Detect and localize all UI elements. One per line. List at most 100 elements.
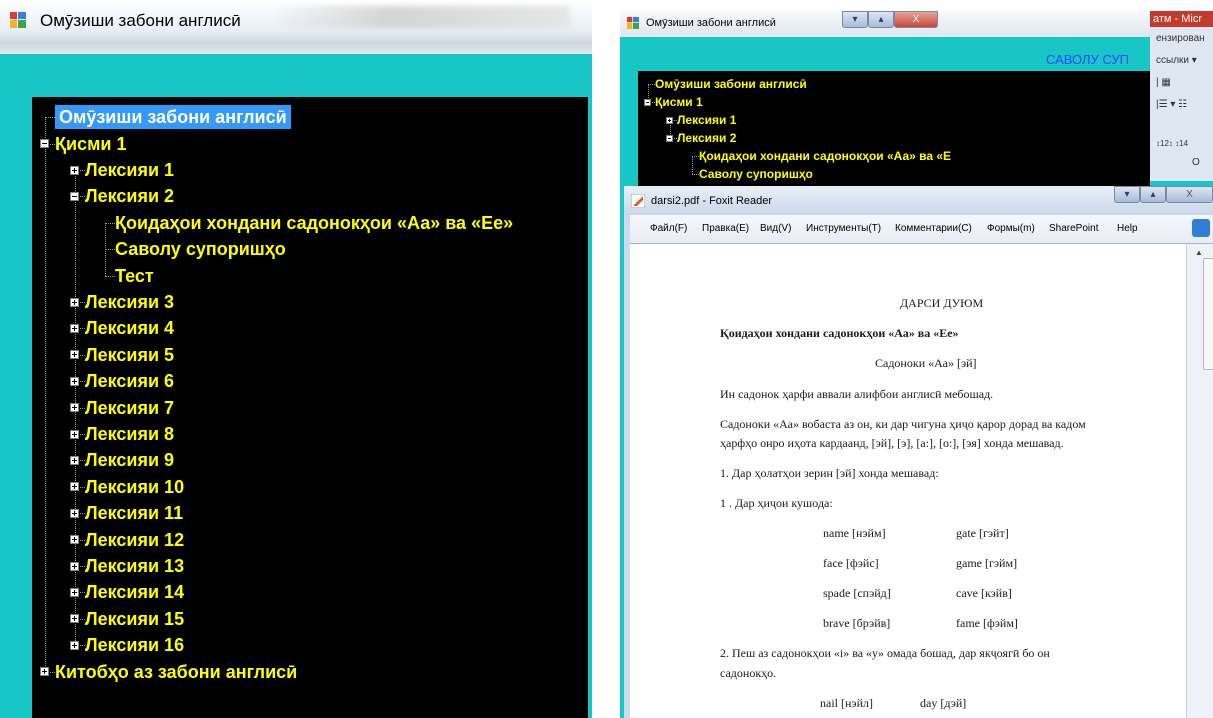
doc-word: face [фэйс] [823, 556, 879, 570]
collapse-icon[interactable] [644, 98, 651, 106]
foxit-close-button[interactable]: X [1166, 186, 1213, 203]
maximize-button[interactable]: ▴ [868, 11, 894, 28]
expand-icon[interactable] [70, 323, 79, 333]
menu-comments[interactable]: Комментарии(C) [895, 223, 972, 234]
toolbar-expand-icon[interactable] [1192, 219, 1210, 237]
expand-icon[interactable] [70, 403, 79, 413]
menu-file[interactable]: Файл(F) [650, 223, 687, 234]
expand-icon[interactable] [70, 614, 79, 624]
minimize-button[interactable]: ▾ [842, 11, 868, 28]
tree-node-label[interactable]: Китобҳо аз забони англисӣ [55, 660, 297, 684]
tree-node-label[interactable]: Қисми 1 [55, 132, 126, 156]
right-tree-view[interactable]: Омӯзиши забони англисӣ Қисми 1 Лексияи 1 Ле… [638, 71, 1150, 188]
tree-node-label[interactable]: Лексияи 6 [85, 369, 174, 393]
doc-word: fame [фэйм] [956, 616, 1018, 630]
tree-node-label[interactable]: Лексияи 7 [85, 396, 174, 420]
tree-connector-line [691, 156, 699, 157]
scrollbar-thumb[interactable] [1203, 258, 1213, 370]
left-tree-view[interactable]: Омӯзиши забони англисӣ Қисми 1 Лексияи 1 Ле… [32, 97, 588, 718]
expand-icon[interactable] [70, 350, 79, 360]
expand-icon[interactable] [70, 587, 79, 597]
tree-node-label[interactable]: Лексияи 5 [85, 343, 174, 367]
doc-paragraph: 1 . Дар ҳиҷои кушода: [720, 496, 833, 510]
tree-node-label[interactable]: Қоидаҳои хондани садонокҳои «Аа» ва «Е [699, 148, 951, 164]
expand-icon[interactable] [70, 482, 79, 492]
doc-paragraph: 1. Дар ҳолатҳои зерин [эй] хонда мешавад… [720, 466, 939, 480]
menu-tools[interactable]: Инструменты(T) [806, 223, 881, 234]
tree-node-label[interactable]: Қоидаҳои хондани садонокҳои «Аа» ва «Ее» [115, 211, 513, 235]
expand-icon[interactable] [70, 640, 79, 650]
collapse-icon[interactable] [666, 134, 673, 142]
left-window-titlebar[interactable]: Омӯзиши забони англисӣ [0, 0, 592, 42]
doc-paragraph: Ин садонок ҳарфи аввали алифбои англисӣ … [720, 387, 994, 401]
tree-node-label[interactable]: Лексияи 16 [85, 633, 184, 657]
tree-connector-line [104, 222, 115, 224]
doc-word: gate [гэйт] [956, 526, 1009, 540]
expand-icon[interactable] [70, 455, 79, 465]
left-window-title: Омӯзиши забони англисӣ [40, 11, 241, 30]
doc-word: game [гэйм] [956, 556, 1018, 570]
tree-node-label[interactable]: Қисми 1 [655, 94, 703, 110]
close-button[interactable]: X [894, 11, 938, 28]
tree-node-label[interactable]: Лексияи 9 [85, 448, 174, 472]
expand-icon[interactable] [666, 116, 673, 124]
tree-connector-line [44, 117, 46, 672]
foxit-maximize-button[interactable]: ▴ [1140, 186, 1166, 203]
foxit-titlebar[interactable]: darsi2.pdf - Foxit Reader ▾ ▴ X [624, 186, 1213, 215]
menu-view[interactable]: Вид(V) [760, 223, 791, 234]
doc-paragraph: ҳарфҳо онро иҳота кардаанд, [эй], [э], [… [720, 436, 1064, 450]
tree-connector-line [44, 117, 55, 119]
expand-icon[interactable] [70, 561, 79, 571]
tree-connector-line [647, 84, 655, 85]
tree-node-label[interactable]: Саволу супоришҳо [115, 237, 286, 261]
doc-word: cave [кэйв] [956, 586, 1012, 600]
tree-connector-line [691, 174, 699, 175]
menu-help[interactable]: Help [1117, 223, 1138, 234]
scroll-up-icon[interactable]: ▲ [1195, 248, 1203, 257]
tree-node-label[interactable]: Лексияи 10 [85, 475, 184, 499]
foxit-menu-bar: Файл(F) Правка(E) Вид(V) Инструменты(T) … [630, 215, 1213, 244]
word-window-fragment: атм - Micr ензирован ссылки ▾ | ▦ |☰ ▾ ☷… [1150, 11, 1213, 181]
menu-sharepoint[interactable]: SharePoint [1049, 223, 1098, 234]
collapse-icon[interactable] [70, 191, 79, 201]
tree-node-label[interactable]: Лексияи 15 [85, 607, 184, 631]
doc-paragraph: садонокҳо. [720, 666, 777, 680]
tree-node-label[interactable]: Лексияи 13 [85, 554, 184, 578]
tree-node-label[interactable]: Лексияи 1 [85, 158, 174, 182]
tree-node-label[interactable]: Лексияи 14 [85, 580, 184, 604]
pdf-scrollbar[interactable]: ▲ [1186, 244, 1213, 718]
menu-forms[interactable]: Формы(m) [987, 223, 1035, 234]
app-window-icon [10, 12, 26, 28]
right-window-titlebar[interactable]: Омӯзиши забони англисӣ ▾ ▴ X [620, 11, 1213, 37]
tree-node-label[interactable]: Лексияи 4 [85, 316, 174, 340]
doc-word: day [дэй] [920, 696, 967, 710]
expand-icon[interactable] [40, 667, 49, 677]
tree-node-label[interactable]: Лексияи 11 [85, 501, 183, 525]
expand-icon[interactable] [70, 508, 79, 518]
collapse-icon[interactable] [40, 139, 49, 149]
tree-node-label[interactable]: Лексияи 12 [85, 528, 184, 552]
expand-icon[interactable] [70, 535, 79, 545]
tree-node-label[interactable]: Тест [115, 264, 154, 288]
doc-word: spade [спэйд] [823, 586, 891, 600]
doc-word: brave [брэйв] [823, 616, 891, 630]
tree-node-label[interactable]: Омӯзиши забони англисӣ [55, 105, 291, 130]
expand-icon[interactable] [70, 429, 79, 439]
right-window-title: Омӯзиши забони англисӣ [646, 17, 776, 29]
tree-node-label[interactable]: Лексияи 2 [677, 130, 736, 146]
tree-node-label[interactable]: Омӯзиши забони англисӣ [655, 76, 807, 92]
tree-node-label[interactable]: Лексияи 2 [85, 184, 174, 208]
expand-icon[interactable] [70, 165, 79, 175]
doc-word: nail [нэйл] [820, 696, 873, 710]
menu-edit[interactable]: Правка(E) [702, 223, 749, 234]
tree-node-label[interactable]: Саволу супоришҳо [699, 166, 813, 182]
expand-icon[interactable] [70, 297, 79, 307]
tree-node-label[interactable]: Лексияи 8 [85, 422, 174, 446]
tree-node-label[interactable]: Лексияи 1 [677, 112, 736, 128]
expand-icon[interactable] [70, 376, 79, 386]
pdf-page: ДАРСИ ДУЮМ Қоидаҳои хондани садонокҳои «… [630, 244, 1186, 718]
tree-node-label[interactable]: Лексияи 3 [85, 290, 174, 314]
foxit-minimize-button[interactable]: ▾ [1114, 186, 1140, 203]
tree-connector-line [691, 156, 693, 174]
doc-paragraph: Садоноки «Аа» вобаста аз он, ки дар чигу… [720, 417, 1086, 431]
